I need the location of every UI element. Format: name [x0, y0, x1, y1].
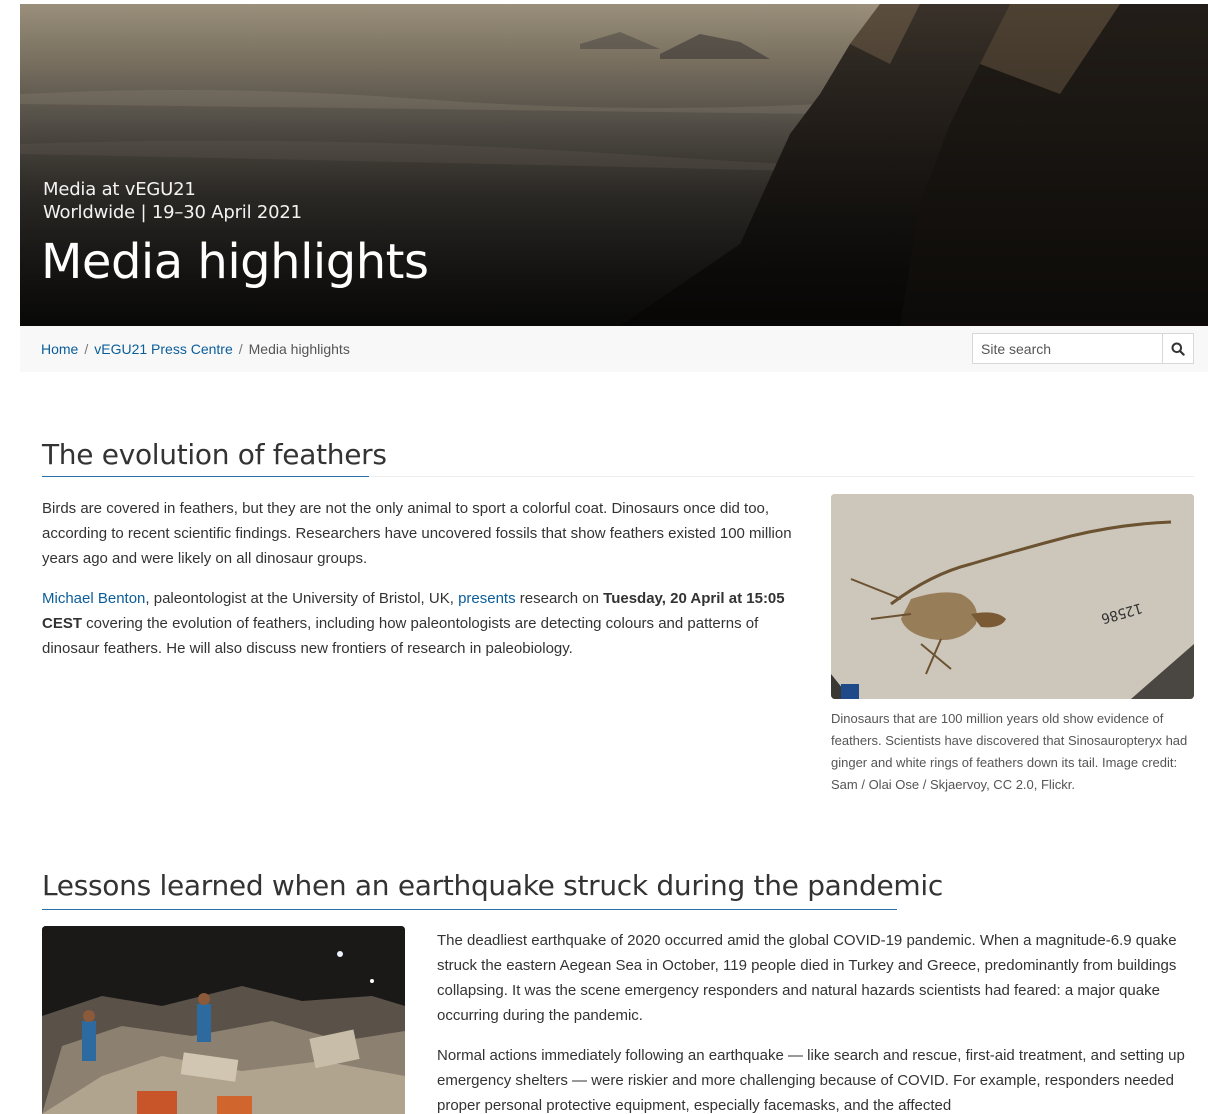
site-search [972, 333, 1194, 364]
search-input[interactable] [973, 334, 1163, 363]
earthquake-paragraph-1: The deadliest earthquake of 2020 occurre… [437, 932, 1177, 1024]
feathers-paragraph-2: Michael Benton, paleontologist at the Un… [42, 586, 812, 661]
breadcrumb-home-link[interactable]: Home [41, 341, 78, 357]
dinosaur-fossil-image: 12586 [831, 494, 1194, 699]
paragraph-text: research on [515, 590, 604, 607]
feathers-image-caption: Dinosaurs that are 100 million years old… [831, 711, 1188, 792]
heading-divider [369, 476, 1194, 477]
breadcrumb-bar: Home / vEGU21 Press Centre / Media highlight… [20, 326, 1208, 372]
breadcrumb-current: Media highlights [248, 341, 350, 357]
search-button[interactable] [1162, 334, 1193, 363]
presents-link[interactable]: presents [458, 590, 516, 607]
breadcrumb: Home / vEGU21 Press Centre / Media highlight… [41, 341, 350, 357]
paragraph-text: , paleontologist at the University of Br… [145, 590, 459, 607]
page-title: Media highlights [41, 234, 429, 290]
breadcrumb-separator: / [238, 341, 243, 357]
michael-benton-link[interactable]: Michael Benton [42, 590, 145, 607]
feathers-paragraph-1: Birds are covered in feathers, but they … [42, 500, 792, 567]
hero-event-dates: Worldwide | 19–30 April 2021 [43, 202, 302, 223]
paragraph-text: covering the evolution of feathers, incl… [42, 615, 759, 657]
breadcrumb-separator: / [84, 341, 89, 357]
section-heading-feathers: The evolution of feathers [42, 438, 387, 471]
hero-banner: Media at vEGU21 Worldwide | 19–30 April … [20, 4, 1208, 326]
search-icon [1171, 342, 1185, 356]
earthquake-paragraph-2: Normal actions immediately following an … [437, 1047, 1185, 1114]
hero-event-name: Media at vEGU21 [43, 179, 196, 200]
earthquake-rescue-image [42, 926, 405, 1114]
section-heading-earthquake: Lessons learned when an earthquake struc… [42, 869, 943, 902]
heading-underline [42, 909, 897, 910]
heading-underline [42, 476, 369, 477]
breadcrumb-press-centre-link[interactable]: vEGU21 Press Centre [94, 341, 233, 357]
